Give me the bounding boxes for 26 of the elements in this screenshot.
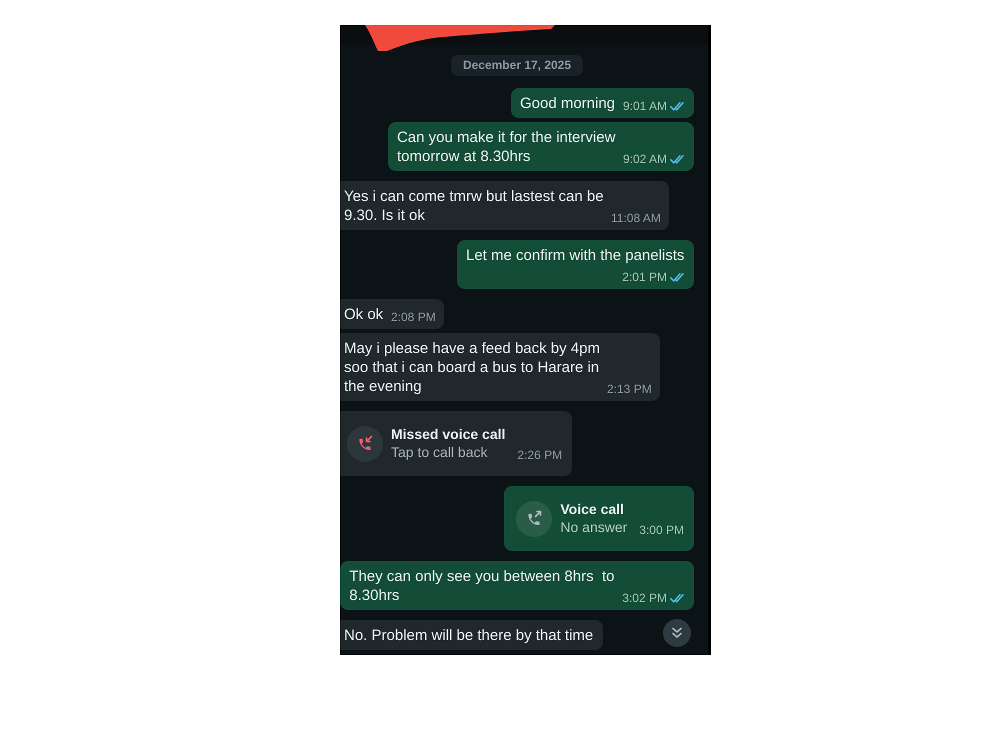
message-time: 11:08 AM — [611, 211, 661, 225]
message-time: 2:26 PM — [517, 448, 562, 462]
call-bubble[interactable]: Voice call No answer 3:00 PM — [504, 486, 694, 551]
message-time: 3:02 PM — [622, 591, 667, 605]
message-text: They can only see you between 8hrs to 8.30hrs — [349, 568, 616, 604]
call-status: No answer — [560, 518, 628, 537]
call-status: Tap to call back — [391, 443, 488, 462]
message-text: Can you make it for the interview tomorrow at 8.30hrs — [396, 129, 616, 165]
message-time: 9:01 AM — [622, 99, 667, 113]
message-text: No. Problem will be there by that time — [344, 627, 594, 644]
message-text: May i please have a feed back by 4pm soo that i can board a bus to Harare in the evening — [344, 340, 601, 395]
double-chevron-icon — [671, 627, 683, 639]
message-time: 3:00 PM — [639, 523, 684, 537]
message-text: Ok ok — [344, 306, 384, 323]
call-bubble[interactable]: Missed voice call Tap to call back 2:26 PM — [340, 411, 572, 476]
message-time: 2:08 PM — [391, 310, 436, 324]
message-time: 9:02 AM — [622, 152, 667, 166]
call-title: Voice call — [560, 500, 624, 518]
message-time: 2:01 PM — [622, 270, 667, 284]
message-text: Good morning — [520, 95, 616, 112]
scroll-down-button[interactable] — [663, 619, 691, 647]
message-text: Let me confirm with the panelists — [466, 247, 684, 264]
message-time: 2:13 PM — [607, 382, 652, 396]
call-title: Missed voice call — [391, 425, 506, 443]
message-text: Yes i can come tmrw but lastest can be 9.30. Is it ok — [344, 188, 605, 224]
date-chip: December 17, 2025 — [450, 55, 584, 76]
